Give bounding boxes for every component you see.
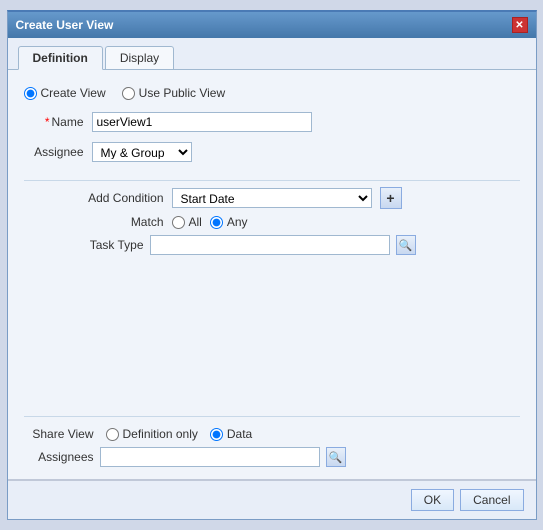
match-all-option[interactable]: All [172,215,202,229]
create-view-label: Create View [41,86,106,100]
dialog-title: Create User View [16,18,114,32]
tab-definition[interactable]: Definition [18,46,103,70]
assignee-label: Assignee [24,145,84,159]
task-type-row: Task Type 🔍 [24,235,520,255]
match-row: Match All Any [24,215,520,229]
required-star: * [45,115,50,129]
definition-only-radio[interactable] [106,428,119,441]
assignees-input[interactable] [100,447,320,467]
assignee-select[interactable]: My & Group Me Group All [92,142,192,162]
create-view-radio[interactable] [24,87,37,100]
data-option[interactable]: Data [210,427,252,441]
use-public-radio[interactable] [122,87,135,100]
close-button[interactable]: ✕ [512,17,528,33]
create-user-view-dialog: Create User View ✕ Definition Display Cr… [7,10,537,520]
condition-select[interactable]: Start Date End Date Priority Status Task… [172,188,372,208]
data-radio[interactable] [210,428,223,441]
share-view-label: Share View [24,427,94,441]
match-any-label: Any [227,215,248,229]
name-row: *Name [24,112,520,132]
add-condition-button[interactable]: + [380,187,402,209]
match-any-option[interactable]: Any [210,215,248,229]
definition-only-label: Definition only [123,427,198,441]
assignees-label: Assignees [30,450,94,464]
task-type-input[interactable] [150,235,390,255]
data-label: Data [227,427,252,441]
task-type-label: Task Type [84,238,144,252]
condition-section: Add Condition Start Date End Date Priori… [24,180,520,261]
ok-button[interactable]: OK [411,489,454,511]
share-section: Share View Definition only Data Assignee… [24,416,520,467]
match-any-radio[interactable] [210,216,223,229]
search-icon: 🔍 [399,239,413,252]
match-all-label: All [189,215,202,229]
cancel-button[interactable]: Cancel [460,489,523,511]
use-public-option[interactable]: Use Public View [122,86,225,100]
name-input[interactable] [92,112,312,132]
share-view-row: Share View Definition only Data [24,427,520,441]
assignees-search-button[interactable]: 🔍 [326,447,346,467]
assignees-search-icon: 🔍 [329,451,343,464]
assignee-row: Assignee My & Group Me Group All [24,142,520,162]
match-all-radio[interactable] [172,216,185,229]
assignees-row: Assignees 🔍 [24,447,520,467]
dialog-titlebar: Create User View ✕ [8,12,536,38]
task-type-search-button[interactable]: 🔍 [396,235,416,255]
dialog-footer: OK Cancel [8,479,536,519]
name-label: *Name [24,115,84,129]
add-condition-label: Add Condition [84,191,164,205]
tab-bar: Definition Display [8,38,536,70]
tab-display[interactable]: Display [105,46,174,69]
content-area: Create View Use Public View *Name Assign… [8,70,536,479]
create-view-option[interactable]: Create View [24,86,106,100]
use-public-label: Use Public View [139,86,225,100]
dialog-body: Definition Display Create View Use Publi… [8,38,536,479]
view-type-row: Create View Use Public View [24,82,520,104]
add-condition-row: Add Condition Start Date End Date Priori… [24,187,520,209]
definition-only-option[interactable]: Definition only [106,427,198,441]
match-label: Match [84,215,164,229]
